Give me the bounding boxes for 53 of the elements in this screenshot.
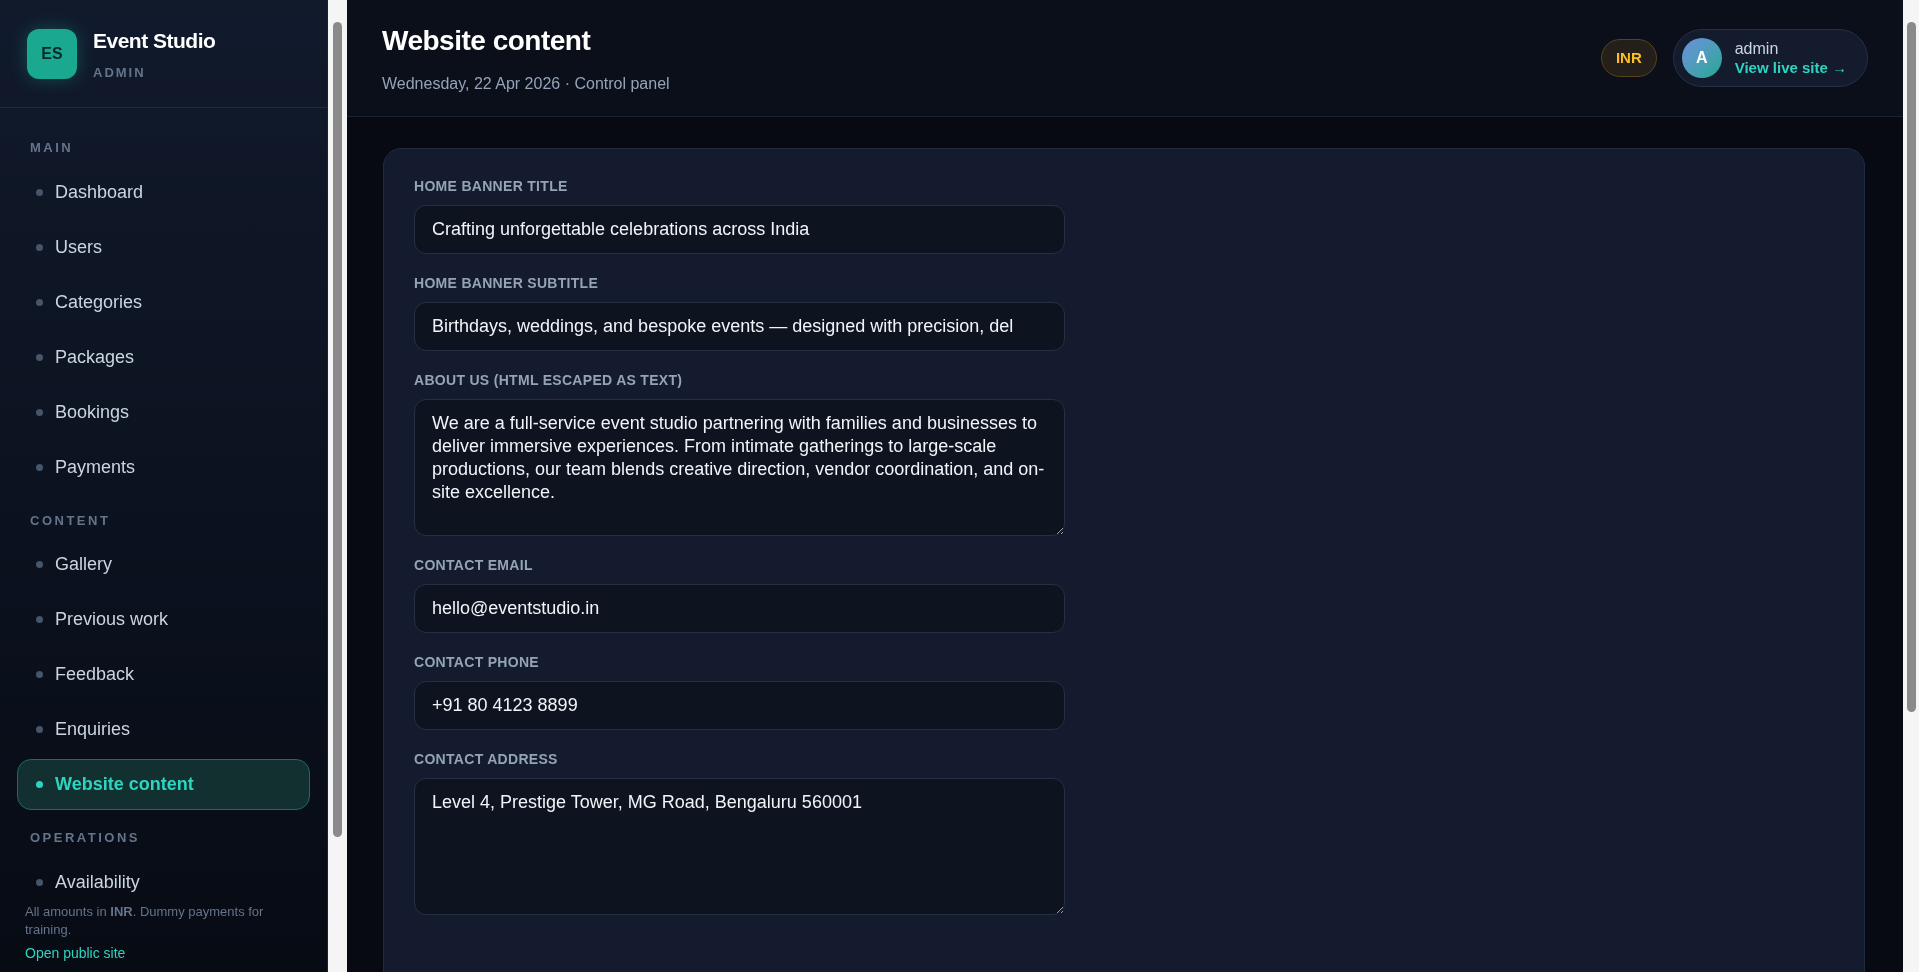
bullet-icon — [36, 298, 43, 306]
avatar: A — [1681, 38, 1722, 78]
nav-item[interactable]: Previous work — [17, 594, 310, 645]
nav-item[interactable]: Categories — [17, 276, 310, 328]
scrollbar[interactable] — [1903, 0, 1919, 972]
footer-note: All amounts in INR. Dummy payments for training. — [25, 903, 265, 939]
bullet-icon — [36, 243, 43, 251]
bullet-icon — [36, 671, 43, 678]
nav-item[interactable]: Enquiries — [17, 704, 310, 755]
brand-name: Event Studio — [93, 28, 216, 54]
section-heading: OPERATIONS — [29, 829, 141, 847]
field-label: CONTACT PHONE — [414, 653, 540, 672]
nav-item[interactable]: Availability — [17, 856, 310, 897]
currency-badge: INR — [1600, 39, 1657, 77]
live-site-link[interactable]: View live site → — [1734, 58, 1847, 77]
page-title: Website content — [382, 24, 592, 58]
field-label: HOME BANNER SUBTITLE — [414, 274, 600, 293]
nav-item[interactable]: Gallery — [17, 539, 310, 590]
bullet-icon — [36, 781, 43, 788]
section-heading: MAIN — [29, 139, 75, 157]
field-label: HOME BANNER TITLE — [414, 177, 569, 196]
text-area[interactable]: Level 4, Prestige Tower, MG Road, Bengaluru 560001 — [414, 778, 1065, 915]
nav-item[interactable]: Dashboard — [17, 166, 310, 218]
text-area[interactable]: We are a full-service event studio partnering with families and businesses to deliver immersive experiences. From intimate gatherings to large-scale productions, our team blends creative direction, vendor coordination, and on-site excellence. — [414, 399, 1065, 536]
nav-item[interactable]: Packages — [17, 331, 310, 383]
text-field[interactable]: Birthdays, weddings, and bespoke events — designed with precision, del — [414, 302, 1065, 351]
user-chip[interactable]: A admin View live site → — [1672, 29, 1868, 87]
text-field[interactable]: hello@eventstudio.in — [414, 584, 1065, 633]
logo-badge: ES — [27, 28, 77, 79]
field-label: CONTACT EMAIL — [414, 556, 534, 575]
bullet-icon — [36, 561, 43, 568]
public-site-link[interactable]: Open public site — [25, 943, 302, 964]
nav-item[interactable]: Bookings — [17, 386, 310, 438]
nav-item[interactable]: Website content — [17, 759, 310, 810]
user-name: admin — [1734, 39, 1780, 58]
page-subtitle: Wednesday, 22 Apr 2026 · Control panel — [382, 74, 670, 94]
brand-role: ADMIN — [93, 63, 147, 82]
bullet-icon — [36, 408, 43, 416]
bullet-icon — [36, 726, 43, 733]
bullet-icon — [36, 878, 43, 886]
nav-item[interactable]: Users — [17, 221, 310, 273]
bullet-icon — [36, 353, 43, 361]
text-field[interactable]: +91 80 4123 8899 — [414, 681, 1065, 730]
bullet-icon — [36, 463, 43, 471]
field-label: ABOUT US (HTML ESCAPED AS TEXT) — [414, 371, 684, 390]
bullet-icon — [36, 616, 43, 623]
bullet-icon — [36, 188, 43, 196]
nav-item[interactable]: Payments — [17, 441, 310, 493]
scrollbar[interactable] — [328, 0, 347, 972]
text-field[interactable]: Crafting unforgettable celebrations across India — [414, 205, 1065, 254]
nav-item[interactable]: Feedback — [17, 649, 310, 700]
field-label: CONTACT ADDRESS — [414, 750, 559, 769]
section-heading: CONTENT — [29, 511, 112, 530]
